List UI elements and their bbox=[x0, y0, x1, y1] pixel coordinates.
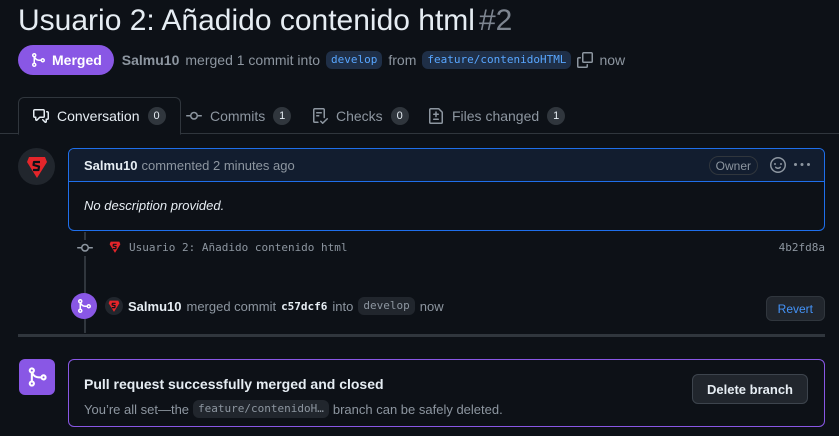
avatar[interactable] bbox=[18, 148, 55, 185]
pr-title-text: Usuario 2: Añadido contenido html bbox=[18, 4, 475, 37]
merge-event-time: now bbox=[419, 298, 444, 314]
merged-state-label: Merged bbox=[52, 52, 102, 68]
tab-files-changed-count: 1 bbox=[547, 106, 566, 125]
copy-icon[interactable] bbox=[577, 52, 594, 68]
merged-status-box: Pull request successfully merged and clo… bbox=[68, 359, 825, 427]
tab-checks[interactable]: Checks 0 bbox=[312, 97, 409, 134]
pr-tabs: Conversation 0 Commits 1 Checks 0 Files … bbox=[0, 97, 839, 135]
commit-message[interactable]: Usuario 2: Añadido contenido html bbox=[129, 241, 348, 254]
comment-header: Salmu10 commented 2 minutes ago Owner bbox=[69, 149, 824, 182]
git-merge-icon bbox=[19, 359, 55, 395]
merge-event-into: into bbox=[332, 298, 354, 314]
comment-box: Salmu10 commented 2 minutes ago Owner No… bbox=[68, 148, 825, 231]
merged-state-badge: Merged bbox=[18, 45, 114, 75]
tab-conversation-count: 0 bbox=[147, 107, 166, 125]
kebab-horizontal-icon[interactable] bbox=[794, 157, 810, 173]
avatar[interactable] bbox=[105, 297, 123, 315]
file-diff-icon bbox=[429, 107, 443, 124]
merge-event-action: merged commit bbox=[186, 298, 277, 314]
merged-branch[interactable]: feature/contenidoH… bbox=[193, 400, 329, 418]
pr-title: Usuario 2: Añadido contenido html #2 bbox=[18, 4, 512, 38]
timeline-divider bbox=[18, 334, 825, 337]
merged-status-subtitle: You’re all set—the feature/contenidoH… b… bbox=[84, 400, 503, 418]
smiley-icon[interactable] bbox=[770, 157, 786, 173]
comment-action: commented 2 minutes ago bbox=[141, 157, 295, 173]
comment-discussion-icon bbox=[33, 109, 49, 123]
merge-event-author[interactable]: Salmu10 bbox=[128, 299, 181, 314]
commit-row: Usuario 2: Añadido contenido html 4b2fd8… bbox=[76, 240, 825, 256]
comment-author[interactable]: Salmu10 bbox=[84, 158, 137, 173]
git-commit-icon bbox=[76, 240, 94, 256]
user-logo-icon bbox=[26, 156, 47, 178]
comment-body: No description provided. bbox=[84, 198, 225, 213]
merge-event-text: Salmu10 merged commit c57dcf6 into devel… bbox=[105, 297, 444, 315]
tab-files-changed-label: Files changed bbox=[452, 107, 540, 124]
tab-checks-label: Checks bbox=[336, 107, 383, 124]
head-branch[interactable]: feature/contenidoHTML bbox=[422, 51, 572, 69]
base-branch[interactable]: develop bbox=[326, 51, 383, 69]
merged-status-title: Pull request successfully merged and clo… bbox=[84, 376, 384, 392]
tab-files-changed[interactable]: Files changed 1 bbox=[428, 97, 566, 134]
checklist-icon bbox=[313, 107, 328, 124]
commit-sha[interactable]: 4b2fd8a bbox=[779, 241, 825, 254]
tab-commits[interactable]: Commits 1 bbox=[186, 97, 292, 134]
git-commit-icon bbox=[186, 111, 202, 120]
merged-text: merged 1 commit into bbox=[185, 52, 320, 68]
pr-meta: Merged Salmu10 merged 1 commit into deve… bbox=[18, 45, 625, 75]
merge-event: Salmu10 merged commit c57dcf6 into devel… bbox=[71, 293, 825, 321]
merge-event-branch[interactable]: develop bbox=[358, 297, 415, 315]
from-text: from bbox=[388, 52, 417, 68]
owner-badge: Owner bbox=[708, 156, 758, 175]
pr-author-link[interactable]: Salmu10 bbox=[122, 52, 180, 68]
tab-conversation-label: Conversation bbox=[57, 108, 140, 124]
tab-checks-count: 0 bbox=[390, 106, 409, 125]
delete-branch-button[interactable]: Delete branch bbox=[692, 374, 808, 404]
tab-commits-label: Commits bbox=[210, 107, 266, 124]
pr-time: now bbox=[599, 52, 626, 68]
pr-number: #2 bbox=[478, 4, 513, 37]
merged-sub-after: branch can be safely deleted. bbox=[332, 401, 503, 417]
tab-conversation[interactable]: Conversation 0 bbox=[18, 97, 181, 135]
git-merge-icon bbox=[71, 293, 97, 319]
merge-commit-sha[interactable]: c57dcf6 bbox=[281, 300, 327, 313]
tab-commits-count: 1 bbox=[273, 106, 292, 125]
commit-author-logo-icon bbox=[109, 241, 121, 253]
git-merge-icon bbox=[32, 53, 46, 67]
merged-sub-before: You’re all set—the bbox=[84, 401, 190, 417]
revert-button[interactable]: Revert bbox=[765, 296, 825, 321]
